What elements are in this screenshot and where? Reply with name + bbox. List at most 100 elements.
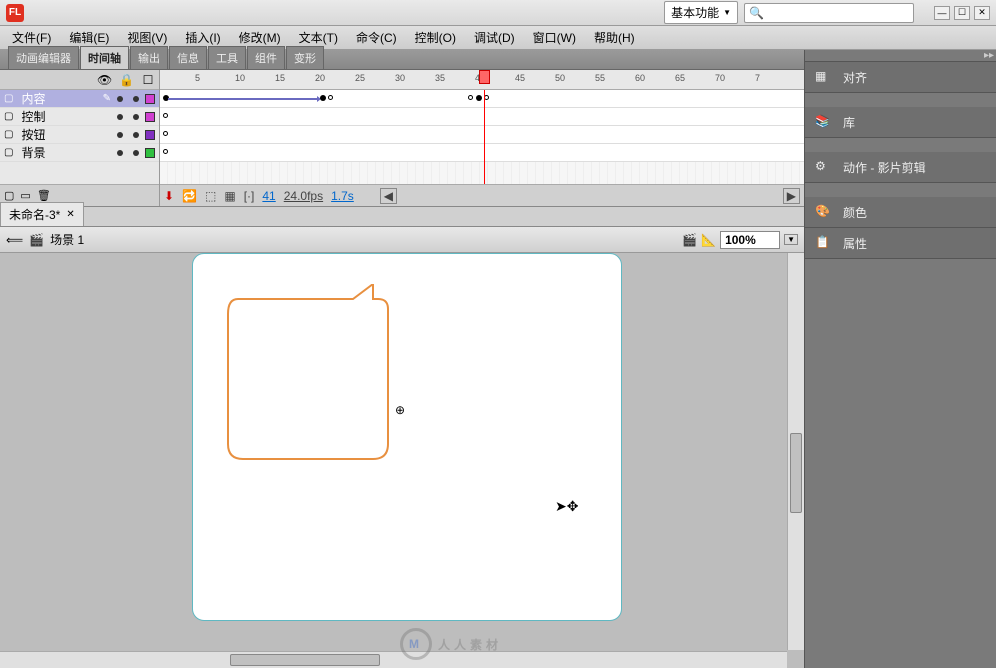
menu-debug[interactable]: 调试(D) <box>466 26 523 49</box>
actions-icon: ⚙ <box>815 159 833 175</box>
vertical-scrollbar[interactable] <box>787 253 804 650</box>
keyframe[interactable] <box>476 95 482 101</box>
frame-row[interactable] <box>160 126 804 144</box>
new-folder-button[interactable]: ▭ <box>20 189 30 202</box>
scene-icon: 🎬 <box>29 233 44 247</box>
search-field[interactable] <box>768 7 910 19</box>
playhead[interactable] <box>484 90 485 184</box>
frame-row[interactable] <box>160 144 804 162</box>
layer-content[interactable]: ▢ 内容 ✎ <box>0 90 159 108</box>
tab-timeline[interactable]: 时间轴 <box>80 46 129 69</box>
edit-symbol-icon[interactable]: 📐 <box>701 233 716 247</box>
onion-outline-icon[interactable]: ⬚ <box>205 189 216 203</box>
tab-tools[interactable]: 工具 <box>208 46 246 69</box>
layer-color-swatch[interactable] <box>145 112 155 122</box>
menu-control[interactable]: 控制(O) <box>407 26 464 49</box>
right-panel-dock: ▸▸ ▦ 对齐 📚 库 ⚙ 动作 - 影片剪辑 🎨 颜色 📋 属性 <box>804 50 996 668</box>
layer-control[interactable]: ▢ 控制 <box>0 108 159 126</box>
tab-output[interactable]: 输出 <box>130 46 168 69</box>
layer-color-swatch[interactable] <box>145 130 155 140</box>
maximize-button[interactable]: ☐ <box>954 6 970 20</box>
watermark: M 人人素材 <box>400 628 502 660</box>
tab-components[interactable]: 组件 <box>247 46 285 69</box>
close-tab-button[interactable]: ✕ <box>66 209 74 220</box>
edit-scene-icon[interactable]: 🎬 <box>682 233 697 247</box>
scene-name[interactable]: 场景 1 <box>50 231 84 248</box>
layer-icon: ▢ <box>4 147 13 158</box>
layer-icon: ▢ <box>4 93 13 104</box>
panel-properties[interactable]: 📋 属性 <box>805 228 996 259</box>
menu-window[interactable]: 窗口(W) <box>525 26 584 49</box>
menu-commands[interactable]: 命令(C) <box>348 26 405 49</box>
blank-keyframe[interactable] <box>328 95 333 100</box>
align-icon: ▦ <box>815 69 833 85</box>
outline-icon[interactable]: ☐ <box>141 73 155 87</box>
layer-color-swatch[interactable] <box>145 148 155 158</box>
eye-icon[interactable]: 👁 <box>97 73 111 87</box>
onion-skin-icon[interactable]: ⬇ <box>164 189 174 203</box>
lock-icon[interactable]: 🔒 <box>119 73 133 87</box>
library-icon: 📚 <box>815 114 833 130</box>
layer-icon: ▢ <box>4 129 13 140</box>
layer-button[interactable]: ▢ 按钮 <box>0 126 159 144</box>
panel-tabs: 动画编辑器 时间轴 输出 信息 工具 组件 变形 <box>0 50 804 70</box>
back-button[interactable]: ⟸ <box>6 233 23 247</box>
loop-icon[interactable]: 🔁 <box>182 189 197 203</box>
new-layer-button[interactable]: ▢ <box>4 189 14 202</box>
blank-keyframe[interactable] <box>468 95 473 100</box>
center-frame-icon[interactable]: [·] <box>244 189 255 203</box>
layer-color-swatch[interactable] <box>145 94 155 104</box>
panel-align[interactable]: ▦ 对齐 <box>805 62 996 93</box>
fps-display: 24.0fps <box>284 189 323 203</box>
scroll-left-button[interactable]: ◀ <box>380 188 397 204</box>
timeline-panel: 👁 🔒 ☐ ▢ 内容 ✎ ▢ 控制 ▢ <box>0 70 804 207</box>
tab-motion-editor[interactable]: 动画编辑器 <box>8 46 79 69</box>
menu-help[interactable]: 帮助(H) <box>586 26 643 49</box>
tab-info[interactable]: 信息 <box>169 46 207 69</box>
panel-color[interactable]: 🎨 颜色 <box>805 197 996 228</box>
edit-multiple-icon[interactable]: ▦ <box>224 189 235 203</box>
layer-background[interactable]: ▢ 背景 <box>0 144 159 162</box>
stage-area[interactable]: ⊕ ➤✥ M 人人素材 <box>0 253 804 668</box>
panel-collapse-icon[interactable]: ▸▸ <box>984 50 994 61</box>
zoom-arrow[interactable]: ▼ <box>784 234 798 245</box>
pencil-icon: ✎ <box>103 93 111 104</box>
zoom-dropdown[interactable]: 100% <box>720 231 780 249</box>
watermark-logo: M <box>400 628 432 660</box>
frame-row[interactable] <box>160 108 804 126</box>
panel-library[interactable]: 📚 库 <box>805 107 996 138</box>
scroll-right-button[interactable]: ▶ <box>783 188 800 204</box>
stage[interactable] <box>192 253 622 621</box>
layer-name: 内容 <box>19 90 96 107</box>
horizontal-scrollbar[interactable] <box>0 651 787 668</box>
document-tab-label: 未命名-3* <box>9 206 60 223</box>
chevron-down-icon: ▼ <box>723 8 731 17</box>
frame-row[interactable] <box>160 90 804 108</box>
layer-header: 👁 🔒 ☐ <box>0 70 159 90</box>
frames-area[interactable] <box>160 90 804 184</box>
keyframe[interactable] <box>320 95 326 101</box>
scrollbar-thumb[interactable] <box>790 433 802 513</box>
search-input[interactable]: 🔍 <box>744 3 914 23</box>
delete-layer-button[interactable]: 🗑 <box>37 189 51 202</box>
close-button[interactable]: ✕ <box>974 6 990 20</box>
minimize-button[interactable]: — <box>934 6 950 20</box>
blank-keyframe[interactable] <box>163 113 168 118</box>
time-display: 1.7s <box>331 189 354 203</box>
layer-icon: ▢ <box>4 111 13 122</box>
tab-transform[interactable]: 变形 <box>286 46 324 69</box>
layer-name: 按钮 <box>19 126 111 143</box>
scrollbar-thumb[interactable] <box>230 654 380 666</box>
search-icon: 🔍 <box>749 6 764 20</box>
blank-keyframe[interactable] <box>163 131 168 136</box>
app-logo: FL <box>6 4 24 22</box>
panel-actions[interactable]: ⚙ 动作 - 影片剪辑 <box>805 152 996 183</box>
tween-span[interactable] <box>168 98 318 100</box>
workspace-dropdown[interactable]: 基本功能 ▼ <box>664 1 738 24</box>
titlebar: FL 基本功能 ▼ 🔍 — ☐ ✕ <box>0 0 996 26</box>
speech-bubble-shape[interactable] <box>223 284 393 464</box>
layer-name: 控制 <box>19 108 111 125</box>
document-tab[interactable]: 未命名-3* ✕ <box>0 202 84 226</box>
color-icon: 🎨 <box>815 204 833 220</box>
blank-keyframe[interactable] <box>163 149 168 154</box>
